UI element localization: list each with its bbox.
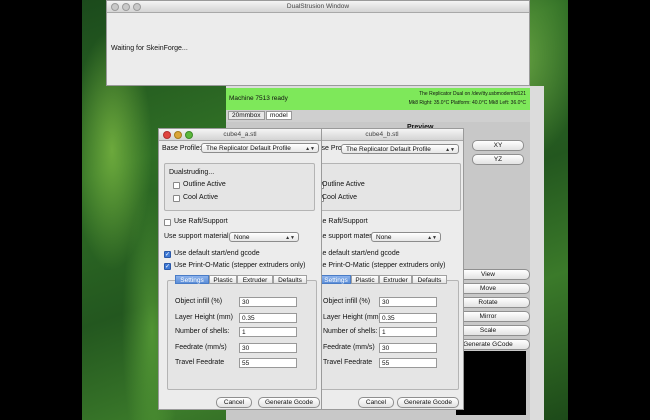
field-label-a: Travel Feedrate [175,359,225,366]
field-label-a: Layer Height (mm) [175,314,233,321]
base-profile-value-b: The Replicator Default Profile [346,146,431,153]
dialog-b-title: cube4_b.stl [365,131,399,138]
console-area [456,351,526,415]
use-raft-label-a: Use Raft/Support [174,218,228,225]
support-material-value-b: None [376,234,392,241]
support-material-label-b: Use support material [314,233,379,240]
field-label-a: Feedrate (mm/s) [175,344,227,351]
travel-feedrate-input-a[interactable]: 55 [239,358,297,368]
dualstrusion-titlebar: DualStrusion Window [107,1,529,13]
field-label-b: Number of shells: [323,328,378,335]
tab-20mmbox[interactable]: 20mmbox [228,111,265,120]
letterbox-right [568,0,650,420]
generate-gcode-button-b[interactable]: Generate Gcode [397,397,459,408]
support-material-value-a: None [234,234,250,241]
object-infill-input-b[interactable]: 30 [379,297,437,307]
print-o-matic-label-a: Use Print-O-Matic (stepper extruders onl… [174,262,306,269]
support-material-select-b[interactable]: None ▲▼ [371,232,441,242]
dialog-b-titlebar: cube4_b.stl [301,129,463,141]
shells-input-a[interactable]: 1 [239,327,297,337]
field-label-b: Layer Height (mm) [323,314,381,321]
dialog-a-title: cube4_a.stl [223,131,257,138]
use-raft-checkbox-a[interactable] [164,219,171,226]
print-o-matic-label-b: Use Print-O-Matic (stepper extruders onl… [314,262,446,269]
dialog-cube4-b: cube4_b.stl Base Profile: The Replicator… [300,128,464,410]
generate-gcode-button-a[interactable]: Generate Gcode [258,397,320,408]
outline-active-label-b: Outline Active [322,181,365,188]
tab-settings-a[interactable]: Settings [175,275,209,284]
tab-settings-b[interactable]: Settings [321,275,351,284]
field-label-b: Travel Feedrate [323,359,373,366]
base-profile-select-b[interactable]: The Replicator Default Profile ▲▼ [341,144,459,154]
object-infill-input-a[interactable]: 30 [239,297,297,307]
view-xy-button[interactable]: XY [472,140,524,151]
tab-defaults-a[interactable]: Defaults [273,275,307,284]
tab-strip: 20mmbox model [226,110,530,122]
use-default-gcode-label-a: Use default start/end gcode [174,250,260,257]
chevron-down-icon: ▲▼ [305,146,315,152]
field-label-a: Object infill (%) [175,298,223,305]
dualstrusion-title: DualStrusion Window [286,3,350,10]
tab-model[interactable]: model [266,111,292,120]
cool-active-label-a: Cool Active [183,194,219,201]
chevron-down-icon: ▲▼ [427,235,437,241]
zoom-icon[interactable] [185,131,193,139]
outline-active-checkbox-a[interactable] [173,182,180,189]
support-material-label-a: Use support material [164,233,229,240]
status-bar: Machine 7513 ready The Replicator Dual o… [226,88,530,110]
dialog-a-titlebar: cube4_a.stl [159,129,321,141]
layer-height-input-b[interactable]: 0.35 [379,313,437,323]
travel-feedrate-input-b[interactable]: 55 [379,358,437,368]
base-profile-select-a[interactable]: The Replicator Default Profile ▲▼ [201,143,319,153]
chevron-down-icon: ▲▼ [445,147,455,153]
tab-extruder-b[interactable]: Extruder [379,275,412,284]
chevron-down-icon: ▲▼ [285,235,295,241]
close-icon[interactable] [111,3,119,11]
cancel-button-a[interactable]: Cancel [216,397,252,408]
support-material-select-a[interactable]: None ▲▼ [229,232,299,242]
field-label-b: Object infill (%) [323,298,371,305]
cool-active-checkbox-a[interactable] [173,195,180,202]
tab-defaults-b[interactable]: Defaults [412,275,447,284]
outline-active-label-a: Outline Active [183,181,226,188]
letterbox-left [0,0,82,420]
field-label-a: Number of shells: [175,328,230,335]
cool-active-label-b: Cool Active [322,194,358,201]
zoom-icon[interactable] [133,3,141,11]
print-o-matic-checkbox-a[interactable]: ✓ [164,263,171,270]
close-icon[interactable] [163,131,171,139]
base-profile-label-a: Base Profile: [162,145,202,152]
base-profile-value-a: The Replicator Default Profile [206,145,291,152]
shells-input-b[interactable]: 1 [379,327,437,337]
machine-status: Machine 7513 ready [229,95,288,102]
view-yz-button[interactable]: YZ [472,154,524,165]
tab-plastic-a[interactable]: Plastic [209,275,237,284]
dialog-cube4-a: cube4_a.stl Base Profile: The Replicator… [158,128,322,410]
tab-extruder-a[interactable]: Extruder [237,275,273,284]
use-default-gcode-checkbox-a[interactable]: ✓ [164,251,171,258]
minimize-icon[interactable] [174,131,182,139]
use-raft-label-b: Use Raft/Support [314,218,368,225]
feedrate-input-a[interactable]: 30 [239,343,297,353]
waiting-message: Waiting for SkeinForge... [111,45,188,52]
temperature-readout: Mk8 Right: 35.0°C Platform: 40.0°C Mk8 L… [408,100,526,106]
dualstruding-label-a: Dualstruding... [169,169,215,176]
machine-info: The Replicator Dual on /dev/tty.usbmodem… [419,91,526,97]
use-default-gcode-label-b: Use default start/end gcode [314,250,400,257]
layer-height-input-a[interactable]: 0.35 [239,313,297,323]
field-label-b: Feedrate (mm/s) [323,344,375,351]
tab-plastic-b[interactable]: Plastic [351,275,379,284]
dualstrusion-window: DualStrusion Window Waiting for SkeinFor… [106,0,530,86]
feedrate-input-b[interactable]: 30 [379,343,437,353]
minimize-icon[interactable] [122,3,130,11]
cancel-button-b[interactable]: Cancel [358,397,394,408]
